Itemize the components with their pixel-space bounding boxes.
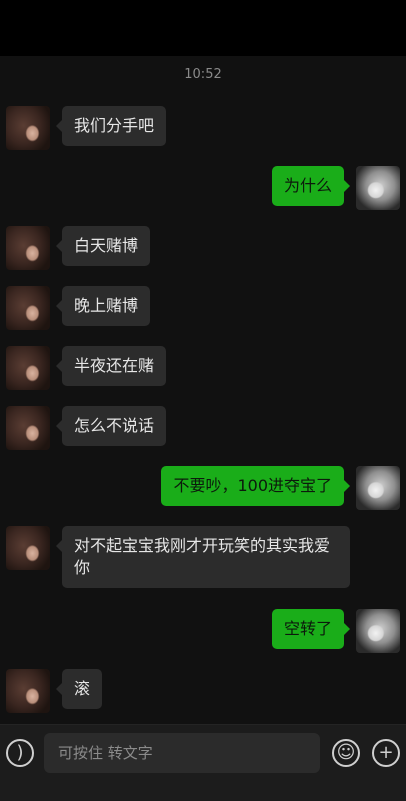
contact-avatar[interactable] — [6, 669, 50, 713]
voice-icon[interactable]: ) — [6, 739, 34, 767]
contact-avatar[interactable] — [6, 526, 50, 570]
message-bubble[interactable]: 怎么不说话 — [55, 406, 167, 446]
message-bubble[interactable]: 白天赌博 — [55, 226, 151, 266]
chat-area[interactable]: 10:52 我们分手吧 为什么 白天赌博 晚上赌博 半夜还在赌 怎么不说话 不要… — [0, 56, 406, 724]
contact-avatar[interactable] — [6, 346, 50, 390]
emoji-icon[interactable]: ☺ — [332, 739, 360, 767]
contact-avatar[interactable] — [6, 286, 50, 330]
message-bubble[interactable]: 为什么 — [271, 166, 351, 206]
contact-avatar[interactable] — [6, 226, 50, 270]
message-bubble[interactable]: 滚 — [55, 669, 103, 709]
message-bubble[interactable]: 对不起宝宝我刚才开玩笑的其实我爱你 — [56, 526, 350, 588]
input-bar: ) 可按住 转文字 ☺ + — [0, 724, 406, 801]
message-bubble[interactable]: 空转了 — [271, 609, 351, 649]
message-bubble[interactable]: 我们分手吧 — [55, 106, 167, 146]
my-avatar[interactable] — [356, 609, 400, 653]
message-bubble[interactable]: 半夜还在赌 — [55, 346, 167, 386]
contact-avatar[interactable] — [6, 406, 50, 450]
timestamp: 10:52 — [184, 67, 222, 82]
contact-avatar[interactable] — [6, 106, 50, 150]
message-bubble[interactable]: 晚上赌博 — [55, 286, 151, 326]
plus-icon[interactable]: + — [372, 739, 400, 767]
message-bubble[interactable]: 不要吵，100进夺宝了 — [161, 466, 350, 506]
my-avatar[interactable] — [356, 166, 400, 210]
hold-to-talk-button[interactable]: 可按住 转文字 — [44, 733, 320, 773]
status-bar — [0, 0, 406, 56]
my-avatar[interactable] — [356, 466, 400, 510]
